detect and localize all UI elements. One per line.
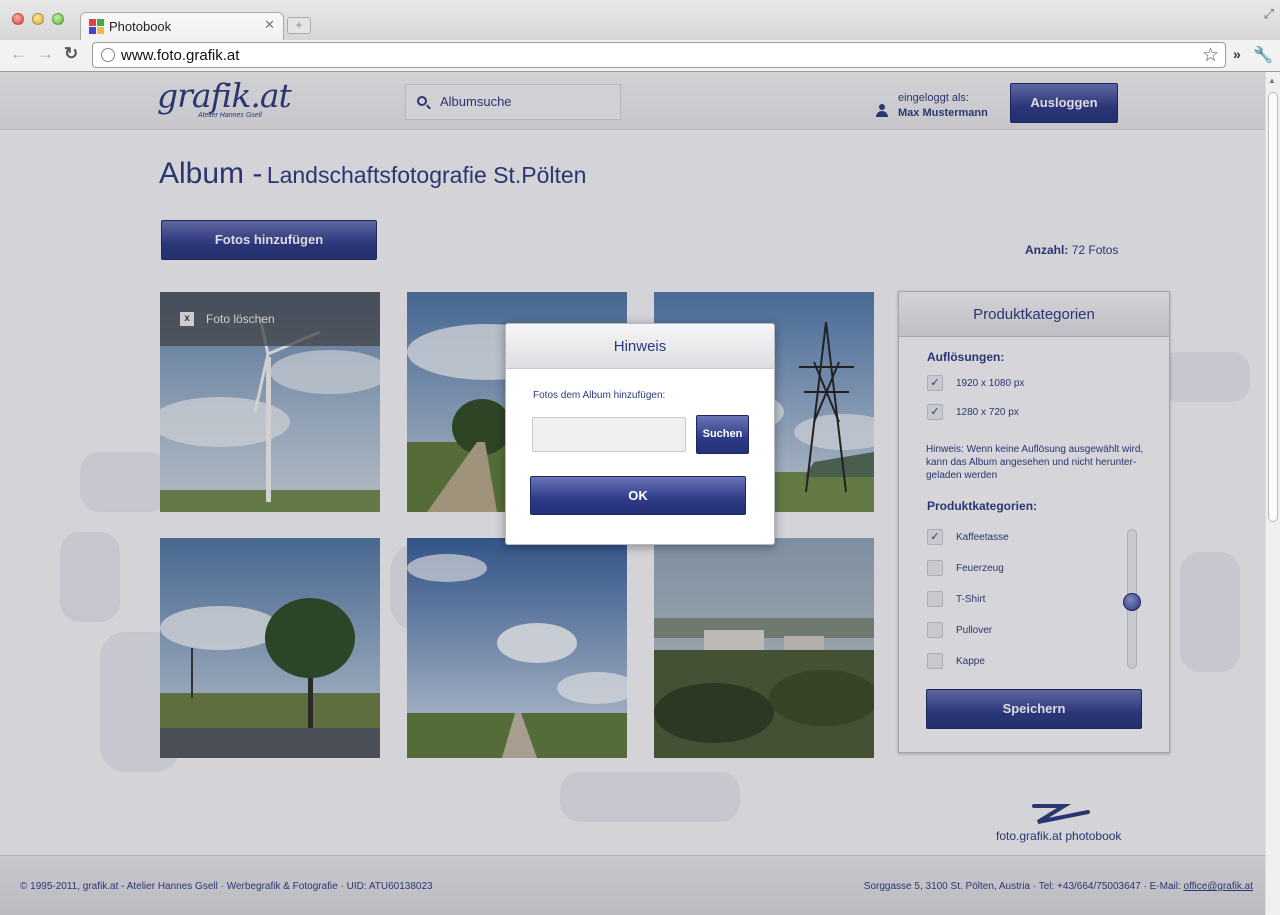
tab-title: Photobook (109, 19, 172, 34)
bookmark-star-icon[interactable]: ☆ (1202, 44, 1219, 67)
dialog-title: Hinweis (506, 324, 774, 369)
page-viewport: grafik.at Atelier Hannes Gsell eingelogg… (0, 72, 1265, 915)
dialog-search-button[interactable]: Suchen (696, 415, 749, 454)
fullscreen-icon[interactable]: ⤢ (1264, 6, 1274, 22)
extensions-chevron-icon[interactable]: » (1233, 46, 1241, 62)
hinweis-dialog: Hinweis Fotos dem Album hinzufügen: Such… (505, 323, 775, 545)
url-text[interactable]: www.foto.grafik.at (121, 47, 239, 64)
new-tab-button[interactable]: + (287, 17, 311, 34)
wrench-icon[interactable]: 🔧 (1253, 45, 1273, 65)
scroll-up-icon[interactable]: ▲ (1268, 76, 1276, 85)
favicon-icon (89, 19, 105, 35)
dialog-photo-input[interactable] (532, 417, 686, 452)
address-bar[interactable]: www.foto.grafik.at ☆ (92, 42, 1226, 68)
browser-tab[interactable]: Photobook ✕ (80, 12, 284, 41)
page-scrollbar[interactable]: ▲ (1265, 72, 1280, 915)
browser-toolbar: ← → ↻ www.foto.grafik.at ☆ » 🔧 (0, 40, 1280, 72)
close-window-button[interactable] (12, 13, 24, 25)
dialog-ok-button[interactable]: OK (530, 476, 746, 515)
tab-close-icon[interactable]: ✕ (264, 17, 275, 33)
dialog-label: Fotos dem Album hinzufügen: (533, 390, 666, 401)
back-arrow-icon[interactable]: ← (10, 44, 27, 64)
forward-arrow-icon[interactable]: → (37, 44, 54, 64)
reload-icon[interactable]: ↻ (64, 44, 78, 64)
zoom-window-button[interactable] (52, 13, 64, 25)
minimize-window-button[interactable] (32, 13, 44, 25)
scroll-thumb[interactable] (1268, 92, 1278, 522)
globe-icon (101, 48, 115, 62)
browser-titlebar: Photobook ✕ + ⤢ (0, 0, 1280, 41)
